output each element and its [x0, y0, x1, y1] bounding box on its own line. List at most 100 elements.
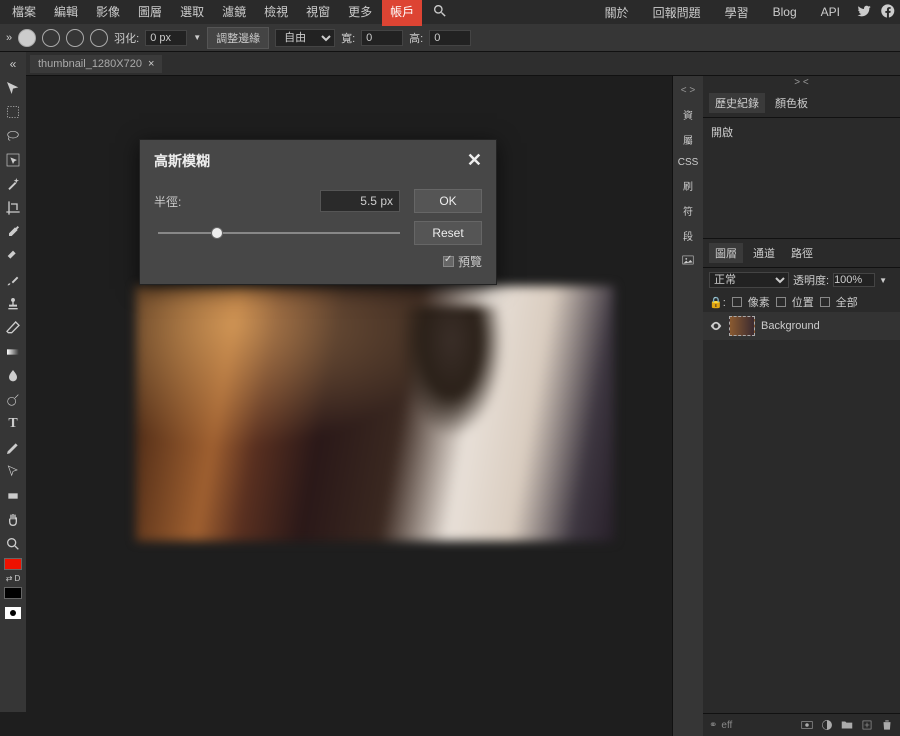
- width-input[interactable]: [361, 30, 403, 46]
- dialog-close-icon[interactable]: ✕: [467, 150, 482, 171]
- type-tool-icon[interactable]: T: [3, 414, 23, 434]
- eyedropper-tool-icon[interactable]: [3, 222, 23, 242]
- facebook-icon[interactable]: [880, 3, 896, 22]
- mini-tab-image-icon[interactable]: [681, 253, 695, 270]
- tab-history[interactable]: 歷史紀錄: [709, 93, 765, 113]
- menu-more[interactable]: 更多: [340, 0, 380, 26]
- menu-image[interactable]: 影像: [88, 0, 128, 26]
- mini-tab-char[interactable]: 符: [683, 203, 693, 218]
- foreground-color-swatch[interactable]: [4, 558, 22, 570]
- link-report[interactable]: 回報問題: [645, 0, 709, 25]
- stamp-tool-icon[interactable]: [3, 294, 23, 314]
- canvas-image: [136, 286, 614, 541]
- lock-label-icon: 🔒:: [709, 296, 726, 309]
- document-tab[interactable]: thumbnail_1280X720 ×: [30, 55, 162, 73]
- canvas-area[interactable]: 高斯模糊 ✕ 半徑: OK Reset: [26, 76, 672, 736]
- swap-colors-icon[interactable]: ⇄: [6, 574, 13, 583]
- blend-mode-select[interactable]: 正常: [709, 272, 789, 288]
- radius-slider[interactable]: [158, 225, 400, 241]
- lock-pixels-checkbox[interactable]: [732, 297, 742, 307]
- mini-tab-brush[interactable]: 刷: [683, 178, 693, 193]
- collapse-handle-icon[interactable]: < >: [680, 84, 696, 97]
- trash-icon[interactable]: [880, 718, 894, 732]
- shape-tool-icon[interactable]: [3, 486, 23, 506]
- options-bar: » 羽化: ▼ 調整邊緣 自由 寬: 高:: [0, 24, 900, 52]
- heal-tool-icon[interactable]: [3, 246, 23, 266]
- link-about[interactable]: 關於: [597, 0, 637, 25]
- opacity-input[interactable]: [833, 273, 875, 287]
- adjustment-layer-icon[interactable]: [820, 718, 834, 732]
- close-tab-icon[interactable]: ×: [148, 58, 154, 70]
- preview-checkbox[interactable]: [443, 256, 454, 267]
- lock-all-checkbox[interactable]: [820, 297, 830, 307]
- feather-dropdown-icon[interactable]: ▼: [193, 33, 201, 42]
- pen-tool-icon[interactable]: [3, 438, 23, 458]
- wand-tool-icon[interactable]: [3, 174, 23, 194]
- history-item-open[interactable]: 開啟: [711, 122, 892, 142]
- brush-tool-icon[interactable]: [3, 270, 23, 290]
- link-api[interactable]: API: [813, 1, 848, 23]
- ok-button[interactable]: OK: [414, 189, 482, 213]
- shape-ellipse-filled-icon[interactable]: [18, 29, 36, 47]
- zoom-tool-icon[interactable]: [3, 534, 23, 554]
- mini-tab-css[interactable]: CSS: [678, 157, 699, 168]
- lock-position-checkbox[interactable]: [776, 297, 786, 307]
- crop-tool-icon[interactable]: [3, 198, 23, 218]
- shape-ellipse-add-icon[interactable]: [42, 29, 60, 47]
- menu-account[interactable]: 帳戶: [382, 0, 422, 26]
- tab-layers[interactable]: 圖層: [709, 243, 743, 263]
- slider-thumb-icon[interactable]: [211, 227, 223, 239]
- reset-button[interactable]: Reset: [414, 221, 482, 245]
- quickmask-icon[interactable]: [3, 603, 23, 623]
- history-panel-tabs: 歷史紀錄 顏色板: [703, 89, 900, 118]
- document-tab-label: thumbnail_1280X720: [38, 58, 142, 70]
- menu-select[interactable]: 選取: [172, 0, 212, 26]
- mode-select[interactable]: 自由: [275, 29, 335, 47]
- height-input[interactable]: [429, 30, 471, 46]
- marquee-tool-icon[interactable]: [3, 102, 23, 122]
- menu-view[interactable]: 檢視: [256, 0, 296, 26]
- layer-row[interactable]: Background: [703, 312, 900, 340]
- link-blog[interactable]: Blog: [765, 1, 805, 23]
- tab-paths[interactable]: 路徑: [785, 243, 819, 263]
- visibility-icon[interactable]: [709, 319, 723, 333]
- blur-tool-icon[interactable]: [3, 366, 23, 386]
- lasso-tool-icon[interactable]: [3, 126, 23, 146]
- expand-icon[interactable]: »: [6, 32, 12, 44]
- hand-tool-icon[interactable]: [3, 510, 23, 530]
- twitter-icon[interactable]: [856, 3, 872, 22]
- menu-file[interactable]: 檔案: [4, 0, 44, 26]
- background-color-swatch[interactable]: [4, 587, 22, 599]
- folder-icon[interactable]: [840, 718, 854, 732]
- link-layers-icon[interactable]: ⚭: [709, 720, 717, 731]
- menu-filter[interactable]: 濾鏡: [214, 0, 254, 26]
- menu-window[interactable]: 視窗: [298, 0, 338, 26]
- dodge-tool-icon[interactable]: [3, 390, 23, 410]
- search-icon[interactable]: [424, 0, 456, 26]
- default-colors-label[interactable]: D: [14, 574, 20, 583]
- tools-toolbar: « T ⇄D: [0, 52, 26, 712]
- gradient-tool-icon[interactable]: [3, 342, 23, 362]
- mini-tab-info[interactable]: 資: [683, 107, 693, 122]
- tab-channels[interactable]: 通道: [747, 243, 781, 263]
- shape-ellipse-sub-icon[interactable]: [66, 29, 84, 47]
- mini-tab-props[interactable]: 屬: [683, 132, 693, 147]
- menu-layer[interactable]: 圖層: [130, 0, 170, 26]
- collapse-icon[interactable]: «: [3, 54, 23, 74]
- adjust-edges-button[interactable]: 調整邊緣: [207, 27, 269, 49]
- mini-tab-para[interactable]: 段: [683, 228, 693, 243]
- eraser-tool-icon[interactable]: [3, 318, 23, 338]
- opacity-dropdown-icon[interactable]: ▼: [879, 276, 887, 285]
- radius-input[interactable]: [320, 190, 400, 212]
- panel-collapse-icon[interactable]: > <: [703, 76, 900, 89]
- tab-swatches[interactable]: 顏色板: [769, 93, 814, 113]
- menu-edit[interactable]: 編輯: [46, 0, 86, 26]
- new-layer-icon[interactable]: [860, 718, 874, 732]
- feather-input[interactable]: [145, 30, 187, 46]
- shape-ellipse-inter-icon[interactable]: [90, 29, 108, 47]
- object-select-tool-icon[interactable]: [3, 150, 23, 170]
- link-learn[interactable]: 學習: [717, 0, 757, 25]
- move-tool-icon[interactable]: [3, 78, 23, 98]
- layer-mask-icon[interactable]: [800, 718, 814, 732]
- path-select-tool-icon[interactable]: [3, 462, 23, 482]
